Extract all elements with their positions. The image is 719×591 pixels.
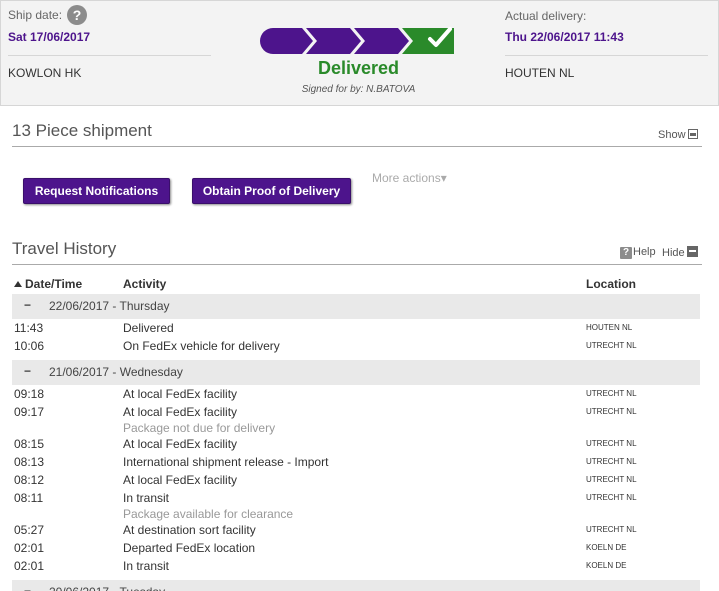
- divider: [8, 55, 211, 56]
- event-location: UTRECHT NL: [586, 439, 637, 448]
- day-group-header[interactable]: − 22/06/2017 - Thursday: [12, 294, 700, 319]
- column-header-activity[interactable]: Activity: [123, 277, 166, 291]
- help-link[interactable]: ? Help: [620, 246, 656, 259]
- event-location: UTRECHT NL: [586, 475, 637, 484]
- collapse-icon[interactable]: −: [24, 298, 31, 312]
- event-time: 08:12: [14, 473, 45, 487]
- day-label: 20/06/2017 - Tuesday: [49, 585, 165, 591]
- help-icon: ?: [620, 247, 632, 259]
- travel-history-title: Travel History: [12, 239, 117, 258]
- more-actions-label: More actions: [372, 171, 441, 185]
- event-time: 08:13: [14, 455, 45, 469]
- event-activity: At local FedEx facility: [123, 437, 238, 451]
- day-label: 21/06/2017 - Wednesday: [49, 365, 183, 379]
- event-activity: At local FedEx facility: [123, 405, 238, 419]
- expand-icon: [687, 129, 698, 139]
- ship-date-label: Ship date:: [8, 8, 63, 22]
- actual-delivery-label: Actual delivery:: [505, 9, 587, 23]
- event-location: HOUTEN NL: [586, 323, 633, 332]
- column-header-datetime[interactable]: Date/Time: [14, 277, 82, 291]
- signed-for-by: Signed for by: N.BATOVA: [301, 84, 416, 95]
- event-detail: Package available for clearance: [123, 507, 294, 521]
- help-icon[interactable]: ?: [67, 5, 87, 25]
- divider: [505, 55, 708, 56]
- progress-step-3: [354, 28, 409, 54]
- piece-shipment-title: 13 Piece shipment: [12, 121, 152, 140]
- event-time: 10:06: [14, 339, 45, 353]
- event-location: UTRECHT NL: [586, 389, 637, 398]
- event-time: 05:27: [14, 523, 45, 537]
- event-time: 09:18: [14, 387, 45, 401]
- sort-up-icon: [14, 281, 22, 287]
- column-header-location[interactable]: Location: [586, 277, 636, 291]
- actual-delivery-date: Thu 22/06/2017 11:43: [505, 30, 624, 44]
- day-group-header[interactable]: − 21/06/2017 - Wednesday: [12, 360, 700, 385]
- event-location: UTRECHT NL: [586, 457, 637, 466]
- event-activity: On FedEx vehicle for delivery: [123, 339, 280, 353]
- event-time: 08:15: [14, 437, 45, 451]
- origin-location: KOWLON HK: [8, 66, 82, 80]
- event-location: UTRECHT NL: [586, 493, 637, 502]
- ship-date: Sat 17/06/2017: [8, 30, 91, 44]
- collapse-icon[interactable]: −: [24, 584, 31, 591]
- show-label: Show: [658, 129, 686, 141]
- obtain-proof-of-delivery-button[interactable]: Obtain Proof of Delivery: [192, 178, 351, 204]
- event-activity: Delivered: [123, 321, 174, 335]
- day-group-header[interactable]: − 20/06/2017 - Tuesday: [12, 580, 700, 591]
- event-location: KOELN DE: [586, 543, 627, 552]
- delivery-status: Delivered: [317, 58, 400, 78]
- collapse-icon[interactable]: −: [24, 364, 31, 378]
- event-location: KOELN DE: [586, 561, 627, 570]
- section-divider: [12, 146, 702, 147]
- collapse-icon: [686, 246, 698, 257]
- progress-step-2: [306, 28, 361, 54]
- event-location: UTRECHT NL: [586, 407, 637, 416]
- event-location: UTRECHT NL: [586, 525, 637, 534]
- help-label: Help: [633, 246, 656, 258]
- progress-bar: [260, 27, 454, 54]
- day-label: 22/06/2017 - Thursday: [49, 299, 170, 313]
- event-time: 11:43: [14, 321, 44, 335]
- progress-step-1: [260, 28, 313, 54]
- event-location: UTRECHT NL: [586, 341, 637, 350]
- hide-toggle[interactable]: Hide: [662, 246, 698, 259]
- shipment-summary: Ship date: ? Sat 17/06/2017 KOWLON HK De…: [0, 0, 719, 106]
- event-time: 09:17: [14, 405, 45, 419]
- section-divider: [12, 264, 702, 265]
- hide-label: Hide: [662, 247, 685, 259]
- request-notifications-button[interactable]: Request Notifications: [23, 178, 170, 204]
- event-activity: At local FedEx facility: [123, 473, 238, 487]
- event-detail: Package not due for delivery: [123, 421, 276, 435]
- event-activity: At destination sort facility: [123, 523, 256, 537]
- event-activity: In transit: [123, 491, 170, 505]
- event-time: 02:01: [14, 541, 45, 555]
- destination-location: HOUTEN NL: [505, 66, 575, 80]
- chevron-down-icon: ▾: [440, 171, 447, 185]
- event-activity: In transit: [123, 559, 170, 573]
- event-time: 08:11: [14, 491, 44, 505]
- event-activity: At local FedEx facility: [123, 387, 238, 401]
- show-toggle[interactable]: Show: [658, 129, 698, 141]
- event-activity: Departed FedEx location: [123, 541, 256, 555]
- event-activity: International shipment release - Import: [123, 455, 329, 469]
- more-actions-dropdown[interactable]: More actions▾: [372, 171, 447, 185]
- event-time: 02:01: [14, 559, 45, 573]
